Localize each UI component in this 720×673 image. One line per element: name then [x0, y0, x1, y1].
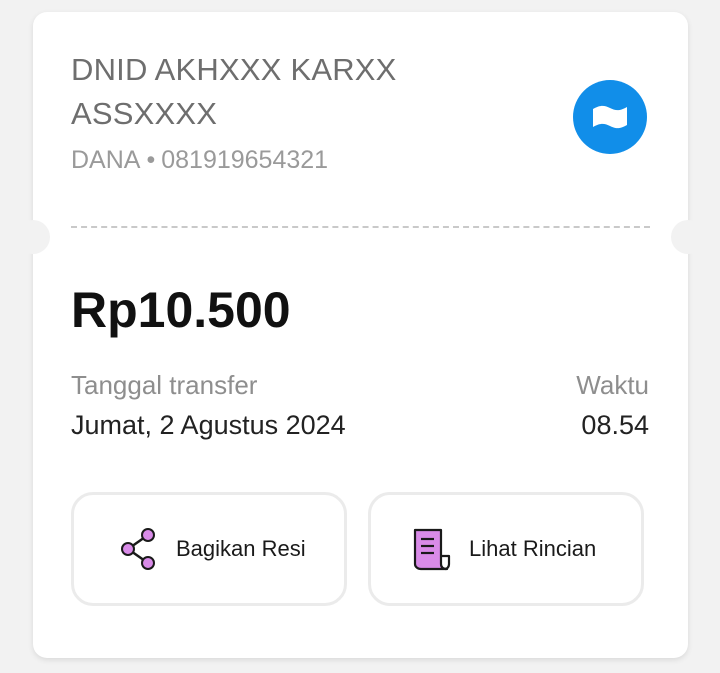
transfer-time-value: 08.54	[581, 410, 649, 440]
card-notch-right	[671, 220, 705, 254]
view-details-button[interactable]: Lihat Rincian	[368, 492, 644, 606]
recipient-phone: 081919654321	[161, 146, 329, 174]
transfer-time-label: Waktu	[576, 370, 649, 400]
recipient-account-info: DANA • 081919654321	[71, 143, 328, 177]
wallet-name: DANA	[71, 146, 141, 174]
recipient-name: DNID AKHXXX KARXX ASSXXXX	[71, 52, 397, 131]
screen: DNID AKHXXX KARXX ASSXXXX DANA • 081919654…	[0, 0, 720, 673]
dashed-divider	[71, 226, 650, 228]
receipt-icon	[409, 525, 453, 573]
share-receipt-label: Bagikan Resi	[176, 536, 306, 561]
transfer-date-value: Jumat, 2 Agustus 2024	[71, 410, 346, 440]
share-receipt-button[interactable]: Bagikan Resi	[71, 492, 347, 606]
transfer-amount: Rp10.500	[71, 282, 291, 338]
separator-dot: •	[146, 146, 156, 174]
card-notch-left	[16, 220, 50, 254]
transfer-receipt-card: DNID AKHXXX KARXX ASSXXXX DANA • 081919654…	[16, 12, 705, 658]
dana-wallet-icon	[573, 80, 647, 154]
share-icon	[116, 525, 160, 573]
view-details-label: Lihat Rincian	[469, 536, 597, 561]
transfer-date-label: Tanggal transfer	[71, 370, 258, 400]
